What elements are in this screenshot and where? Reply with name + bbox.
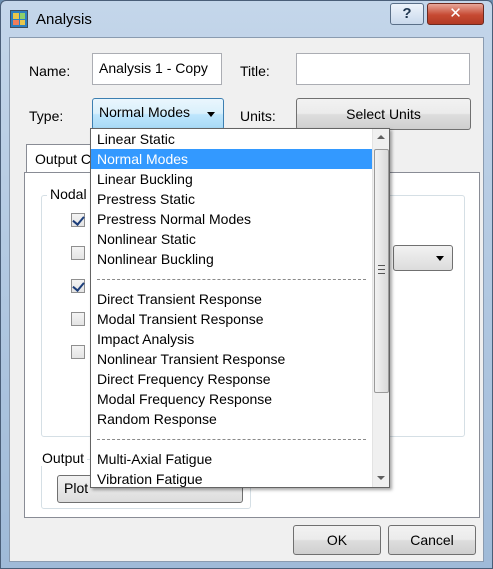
type-options: Linear Static Normal Modes Linear Buckling… <box>91 129 372 487</box>
close-icon: ✕ <box>449 5 462 22</box>
help-icon: ? <box>402 5 412 22</box>
type-option[interactable]: Nonlinear Buckling <box>91 249 372 269</box>
title-label: Title: <box>240 63 270 79</box>
dropdown-separator <box>91 269 372 289</box>
nodal-option-combobox[interactable] <box>393 245 453 271</box>
nodal-checkbox-1[interactable] <box>71 213 85 227</box>
title-field[interactable] <box>296 53 470 85</box>
scroll-thumb[interactable] <box>374 149 389 393</box>
chevron-down-icon <box>436 256 444 261</box>
type-option[interactable]: Modal Frequency Response <box>91 389 372 409</box>
name-label: Name: <box>29 63 71 79</box>
nodal-checkbox-3[interactable] <box>71 279 85 293</box>
type-option[interactable]: Normal Modes <box>91 149 372 169</box>
type-option[interactable]: Multi-Axial Fatigue <box>91 449 372 469</box>
select-units-button[interactable]: Select Units <box>296 98 471 130</box>
scroll-down-icon[interactable] <box>373 470 389 487</box>
type-option[interactable]: Impact Analysis <box>91 329 372 349</box>
scroll-up-icon[interactable] <box>373 129 389 146</box>
ok-button[interactable]: OK <box>293 525 381 555</box>
type-option[interactable]: Direct Transient Response <box>91 289 372 309</box>
output-plot-value: Plot <box>64 480 89 496</box>
type-dropdown-list[interactable]: Linear Static Normal Modes Linear Buckling… <box>90 128 390 488</box>
type-option[interactable]: Nonlinear Static <box>91 229 372 249</box>
window-title: Analysis <box>36 11 92 28</box>
type-option[interactable]: Random Response <box>91 409 372 429</box>
output-group-title: Output <box>39 450 88 466</box>
nodal-checkbox-5[interactable] <box>71 345 85 359</box>
nodal-checkbox-4[interactable] <box>71 312 85 326</box>
type-option[interactable]: Linear Buckling <box>91 169 372 189</box>
type-option[interactable]: Modal Transient Response <box>91 309 372 329</box>
type-option[interactable]: Vibration Fatigue <box>91 469 372 487</box>
nodal-group-title: Nodal <box>47 186 90 202</box>
type-option[interactable]: Prestress Static <box>91 189 372 209</box>
type-option[interactable]: Direct Frequency Response <box>91 369 372 389</box>
close-button[interactable]: ✕ <box>427 3 484 25</box>
dropdown-scrollbar[interactable] <box>372 129 389 487</box>
type-option[interactable]: Prestress Normal Modes <box>91 209 372 229</box>
app-grid-icon <box>10 10 28 28</box>
type-label: Type: <box>29 108 64 124</box>
chevron-down-icon <box>207 112 215 117</box>
type-combobox-value: Normal Modes <box>99 104 191 120</box>
nodal-checkbox-2[interactable] <box>71 246 85 260</box>
type-combobox[interactable]: Normal Modes <box>92 98 224 130</box>
analysis-dialog: Analysis ? ✕ Name: Analysis 1 - Copy Tit… <box>0 0 493 569</box>
cancel-button[interactable]: Cancel <box>388 525 476 555</box>
help-button[interactable]: ? <box>390 3 424 25</box>
dropdown-separator <box>91 429 372 449</box>
units-label: Units: <box>240 108 276 124</box>
type-option[interactable]: Linear Static <box>91 129 372 149</box>
title-bar[interactable]: Analysis ? ✕ <box>1 1 492 37</box>
type-option[interactable]: Nonlinear Transient Response <box>91 349 372 369</box>
name-field-value: Analysis 1 - Copy <box>99 60 208 76</box>
grip-icon <box>378 265 385 274</box>
name-field[interactable]: Analysis 1 - Copy <box>92 53 222 85</box>
